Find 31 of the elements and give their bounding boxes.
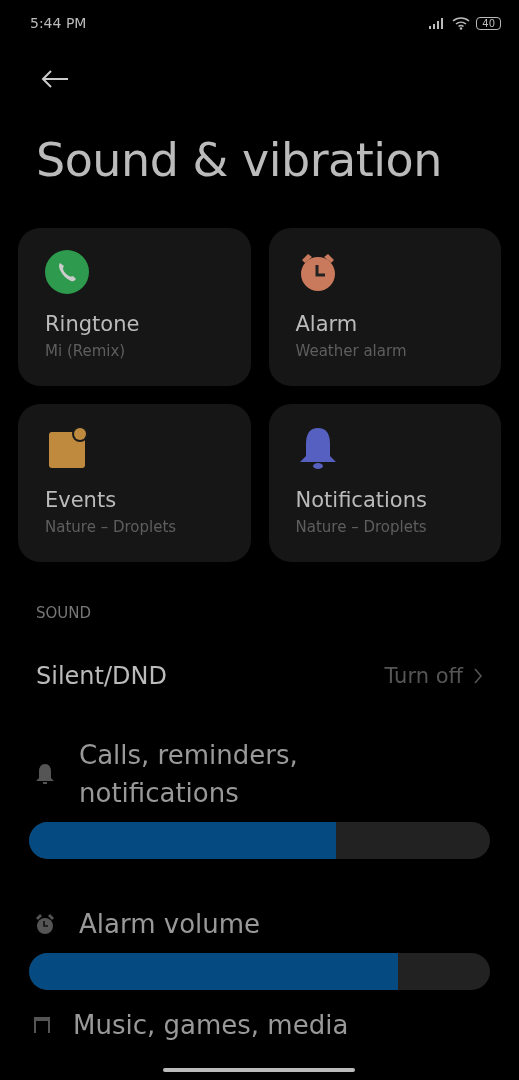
card-subtitle: Nature – Droplets — [295, 518, 428, 536]
card-subtitle: Nature – Droplets — [45, 518, 178, 536]
page-title: Sound & vibration — [36, 132, 443, 188]
volume-slider[interactable] — [29, 953, 490, 990]
section-header: SOUND — [36, 604, 93, 622]
card-title: Events — [45, 488, 118, 512]
alarm-clock-icon — [34, 913, 56, 935]
status-time: 5:44 PM — [30, 15, 87, 31]
sound-card[interactable]: Events Nature – Droplets — [18, 404, 251, 562]
battery-indicator: 40 — [476, 16, 501, 30]
back-button[interactable] — [40, 69, 70, 89]
row-value: Turn off — [384, 664, 463, 688]
volume-slider[interactable] — [29, 822, 490, 859]
bell-icon — [34, 763, 56, 785]
card-subtitle: Weather alarm — [295, 342, 408, 360]
sound-card[interactable]: Notifications Nature – Droplets — [268, 404, 501, 562]
sound-card[interactable]: Alarm Weather alarm — [268, 228, 501, 386]
phone-icon — [45, 250, 89, 294]
chevron-icon — [473, 667, 483, 685]
row-label: Silent/DND — [36, 662, 168, 690]
card-title: Ringtone — [45, 312, 141, 336]
volume-label: Alarm volume — [79, 908, 262, 941]
card-title: Notifications — [295, 488, 428, 512]
sound-card[interactable]: Ringtone Mi (Remix) — [18, 228, 251, 386]
card-subtitle: Mi (Remix) — [45, 342, 127, 360]
media-icon — [34, 1017, 50, 1033]
volume-label: Calls, reminders, notifications — [79, 739, 299, 810]
silent-row[interactable]: Silent/DND Turn off — [36, 662, 483, 690]
wifi-icon — [452, 16, 471, 30]
volume-label: Music, games, media — [73, 1010, 350, 1040]
card-title: Alarm — [295, 312, 359, 336]
